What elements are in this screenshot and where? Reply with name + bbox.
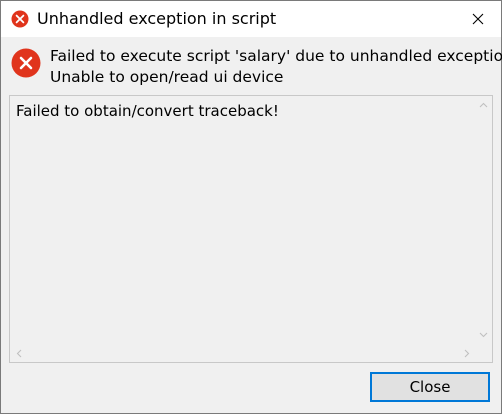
error-message-line: Unable to open/read ui device — [50, 68, 284, 86]
traceback-textbox[interactable]: Failed to obtain/convert traceback! — [9, 95, 493, 363]
horizontal-scrollbar[interactable] — [10, 345, 475, 362]
traceback-text: Failed to obtain/convert traceback! — [16, 102, 279, 120]
error-message-line: Failed to execute script 'salary' due to… — [50, 47, 502, 65]
chevron-down-icon[interactable] — [475, 326, 492, 343]
chevron-left-icon[interactable] — [10, 345, 27, 362]
chevron-right-icon[interactable] — [458, 345, 475, 362]
close-button[interactable]: Close — [370, 372, 490, 402]
window-title: Unhandled exception in script — [37, 9, 277, 28]
vertical-scrollbar[interactable] — [475, 96, 492, 343]
error-dialog: Unhandled exception in script Failed to … — [0, 0, 502, 414]
error-message: Failed to execute script 'salary' due to… — [50, 46, 502, 88]
chevron-up-icon[interactable] — [475, 96, 492, 113]
close-icon[interactable] — [455, 1, 501, 37]
error-icon — [11, 48, 41, 78]
title-bar[interactable]: Unhandled exception in script — [1, 1, 501, 37]
scrollbar-corner — [475, 345, 492, 362]
error-icon — [11, 10, 29, 28]
